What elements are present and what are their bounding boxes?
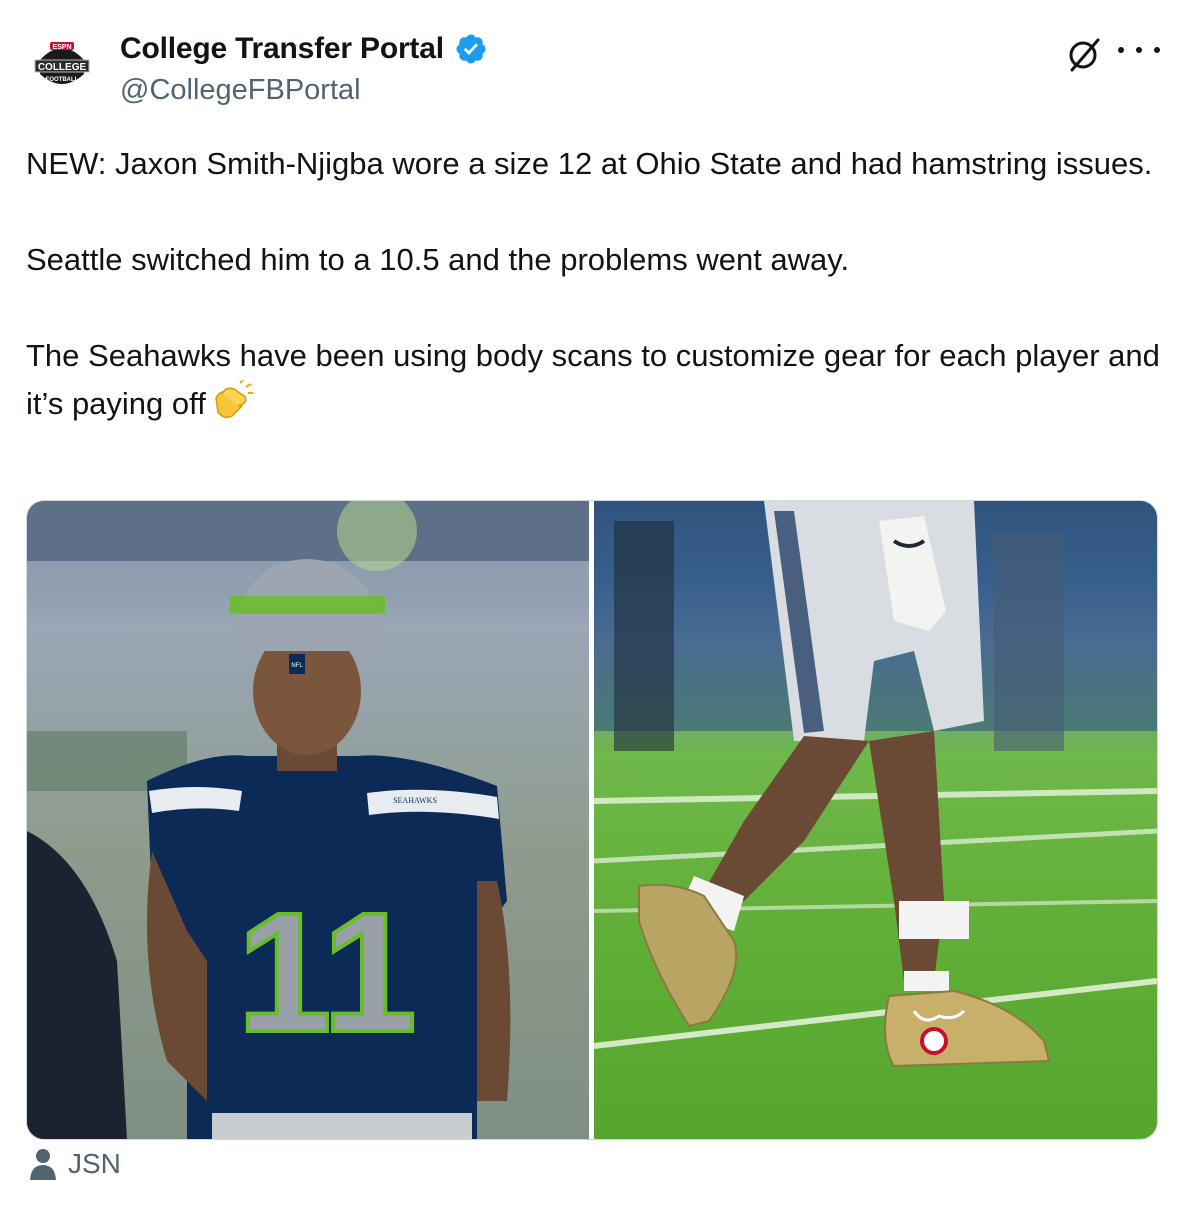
photo-player-cleats[interactable]: [594, 501, 1157, 1139]
tweet-paragraph: The Seahawks have been using body scans …: [26, 332, 1166, 434]
tweet-media[interactable]: NFL SEAHAWKS 11: [26, 500, 1158, 1140]
espn-college-football-logo: ESPN COLLEGE FOOTBALL: [26, 30, 98, 102]
author-name-row: College Transfer Portal: [120, 32, 488, 66]
author-handle[interactable]: @CollegeFBPortal: [120, 74, 361, 107]
svg-text:SEAHAWKS: SEAHAWKS: [393, 796, 437, 805]
tweet-paragraph: Seattle switched him to a 10.5 and the p…: [26, 242, 850, 277]
author-avatar[interactable]: ESPN COLLEGE FOOTBALL: [26, 30, 98, 102]
tweet-paragraph-text: The Seahawks have been using body scans …: [26, 338, 1160, 421]
attribution-label: JSN: [68, 1148, 121, 1179]
tweet-paragraph: NEW: Jaxon Smith-Njigba wore a size 12 a…: [26, 146, 1153, 181]
person-icon: [30, 1148, 56, 1180]
grok-icon[interactable]: [1064, 34, 1104, 74]
clapping-hands-icon: [210, 379, 254, 434]
author-display-name[interactable]: College Transfer Portal: [120, 32, 444, 66]
svg-text:COLLEGE: COLLEGE: [38, 62, 87, 73]
verified-badge-icon[interactable]: [454, 32, 488, 66]
tweet-text: NEW: Jaxon Smith-Njigba wore a size 12 a…: [26, 140, 1166, 434]
photo-player-portrait[interactable]: NFL SEAHAWKS 11: [27, 501, 589, 1139]
svg-text:NFL: NFL: [291, 663, 303, 669]
svg-text:ESPN: ESPN: [52, 44, 71, 51]
media-attribution[interactable]: JSN: [30, 1148, 121, 1180]
svg-text:FOOTBALL: FOOTBALL: [46, 77, 79, 83]
more-options-icon[interactable]: [1118, 40, 1160, 60]
svg-text:11: 11: [237, 878, 417, 1068]
